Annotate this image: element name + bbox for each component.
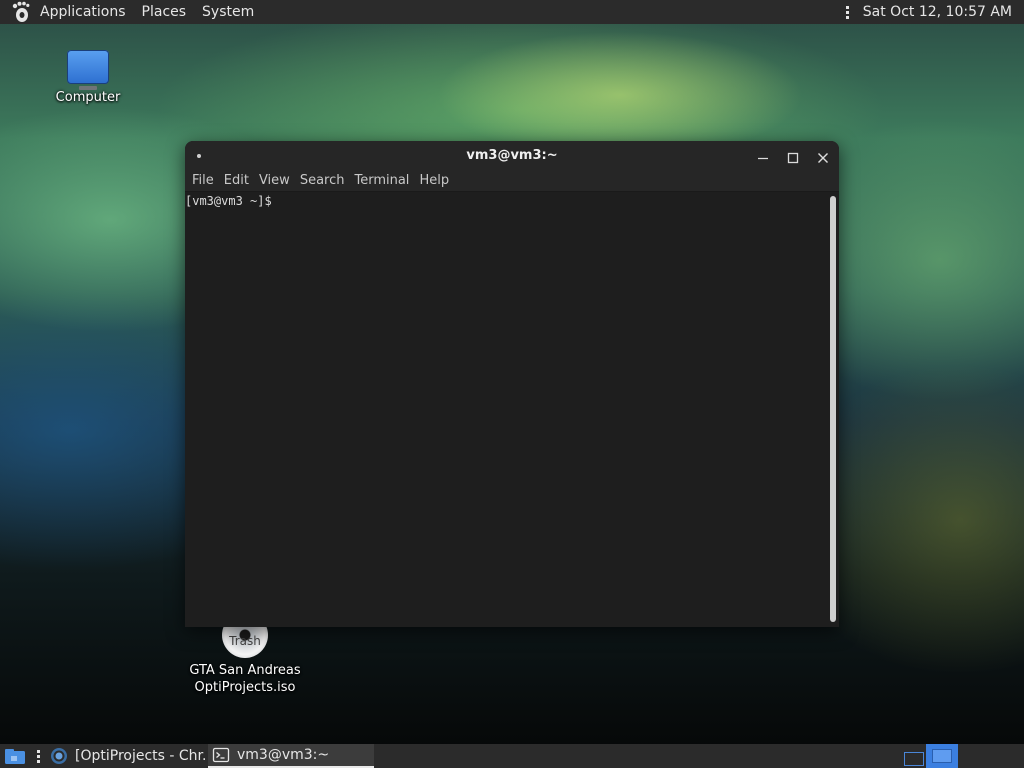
applications-menu[interactable]: Applications <box>32 0 134 24</box>
taskbar-item-label: [OptiProjects - Chr... <box>75 748 206 764</box>
terminal-output-area[interactable]: [vm3@vm3 ~]$ <box>185 192 839 627</box>
computer-desktop-icon[interactable]: Computer <box>48 48 128 105</box>
terminal-icon <box>212 747 230 763</box>
window-menu-icon[interactable] <box>197 154 201 158</box>
terminal-scrollbar[interactable] <box>830 196 836 622</box>
iso-label-line-1: GTA San Andreas <box>189 663 301 678</box>
terminal-window[interactable]: vm3@vm3:~ File Edit View Search Terminal… <box>185 141 839 627</box>
close-button[interactable] <box>815 148 831 164</box>
menu-view[interactable]: View <box>254 171 295 191</box>
panel-handle-icon[interactable] <box>845 5 851 19</box>
monitor-icon <box>67 50 109 90</box>
gnome-foot-icon[interactable] <box>10 1 32 23</box>
chrome-icon <box>51 748 67 764</box>
menu-help[interactable]: Help <box>414 171 454 191</box>
close-icon <box>818 153 828 163</box>
window-title: vm3@vm3:~ <box>466 148 558 163</box>
top-panel-right: Sat Oct 12, 10:57 AM <box>845 0 1012 24</box>
places-menu[interactable]: Places <box>134 0 195 24</box>
workspace-1-button[interactable] <box>904 752 924 766</box>
bottom-panel: [OptiProjects - Chr... vm3@vm3:~ <box>0 744 1024 768</box>
menu-file[interactable]: File <box>187 171 219 191</box>
clock[interactable]: Sat Oct 12, 10:57 AM <box>863 4 1012 20</box>
shell-prompt: [vm3@vm3 ~]$ <box>185 194 272 208</box>
workspace-window-thumbnail <box>932 749 952 763</box>
minimize-button[interactable] <box>755 148 771 164</box>
system-menu[interactable]: System <box>194 0 262 24</box>
top-panel: Applications Places System Sat Oct 12, 1… <box>0 0 1024 24</box>
show-desktop-icon[interactable] <box>4 747 26 765</box>
menu-search[interactable]: Search <box>295 171 350 191</box>
computer-label: Computer <box>55 90 121 105</box>
taskbar-item-label: vm3@vm3:~ <box>237 747 330 763</box>
taskbar-item-terminal[interactable]: vm3@vm3:~ <box>208 744 374 768</box>
maximize-button[interactable] <box>785 148 801 164</box>
trash-overlay-label: Trash <box>229 634 261 648</box>
desktop-background: Applications Places System Sat Oct 12, 1… <box>0 0 1024 768</box>
panel-handle-icon[interactable] <box>35 744 41 768</box>
menu-edit[interactable]: Edit <box>219 171 254 191</box>
workspace-2-button[interactable] <box>926 744 958 768</box>
terminal-menubar: File Edit View Search Terminal Help <box>185 171 839 192</box>
terminal-titlebar[interactable]: vm3@vm3:~ <box>185 141 839 171</box>
maximize-icon <box>787 152 799 164</box>
iso-label-line-2: OptiProjects.iso <box>194 680 296 695</box>
menu-terminal[interactable]: Terminal <box>349 171 414 191</box>
minimize-icon <box>758 157 768 160</box>
taskbar-item-chrome[interactable]: [OptiProjects - Chr... <box>46 744 206 768</box>
